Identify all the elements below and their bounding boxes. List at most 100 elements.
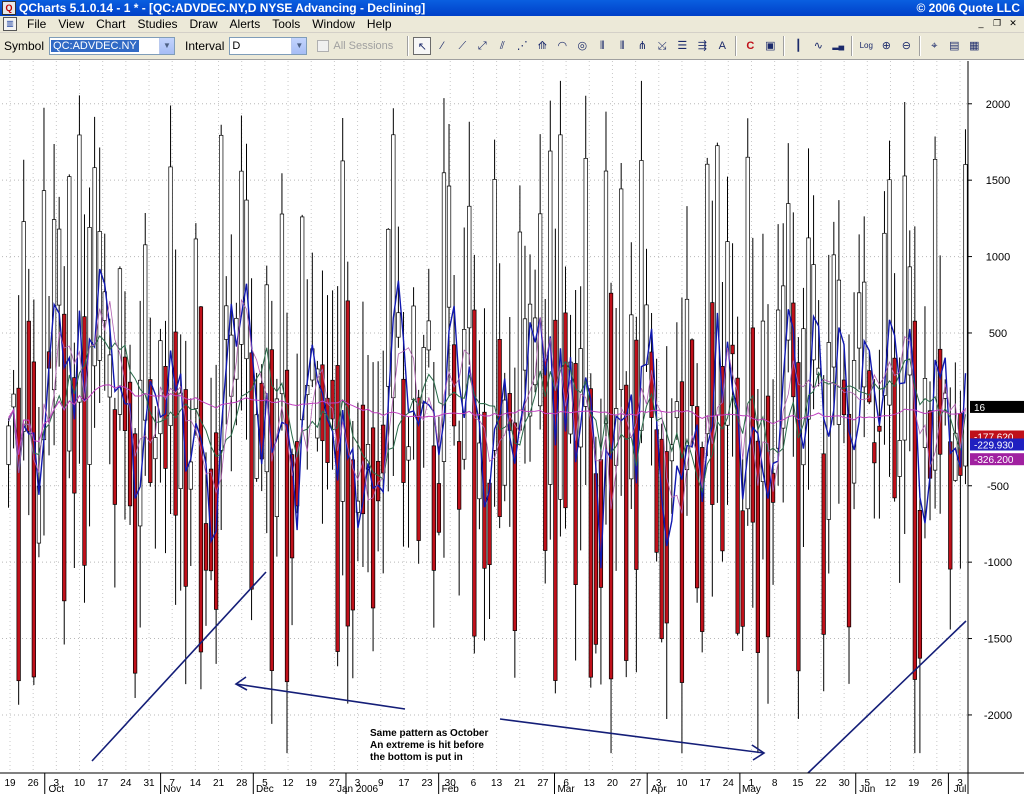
zoom-out-icon[interactable]: ⊖ bbox=[897, 37, 915, 55]
menu-view[interactable]: View bbox=[52, 16, 90, 33]
y-tick-label: -1500 bbox=[984, 634, 1012, 646]
candle-body bbox=[300, 216, 305, 421]
color-icon[interactable]: C bbox=[741, 37, 759, 55]
properties-icon[interactable]: ▣ bbox=[761, 37, 779, 55]
data-window-icon[interactable]: ▤ bbox=[945, 37, 963, 55]
ray-icon[interactable]: ⟋ bbox=[453, 37, 471, 55]
qcharts-logo-icon[interactable]: Q bbox=[2, 1, 16, 15]
x-day-label: 27 bbox=[630, 778, 642, 789]
price-labels: 16-177.620-229.930-326.200 bbox=[970, 400, 1024, 466]
chart-window-icon[interactable]: ▥ bbox=[3, 17, 17, 31]
gann-icon[interactable]: ⤩ bbox=[653, 37, 671, 55]
menu-chart[interactable]: Chart bbox=[90, 16, 131, 33]
andrews-icon[interactable]: ⋔ bbox=[633, 37, 651, 55]
candle-body bbox=[188, 461, 193, 490]
text-icon[interactable]: A bbox=[713, 37, 731, 55]
menu-studies[interactable]: Studies bbox=[131, 16, 183, 33]
candle-body bbox=[436, 483, 442, 533]
menu-draw[interactable]: Draw bbox=[184, 16, 224, 33]
interval-combo[interactable]: D ▼ bbox=[229, 37, 308, 55]
x-day-label: 19 bbox=[306, 778, 318, 789]
menu-file[interactable]: File bbox=[21, 16, 52, 33]
extended-line-icon[interactable]: ⤢ bbox=[473, 37, 491, 55]
candle-body bbox=[21, 221, 26, 432]
chart-area[interactable]: Same pattern as October An extreme is hit… bbox=[0, 61, 1024, 794]
interval-value[interactable]: D bbox=[230, 40, 291, 52]
menu-tools[interactable]: Tools bbox=[266, 16, 306, 33]
candle-body bbox=[938, 348, 943, 455]
x-day-label: 10 bbox=[74, 778, 86, 789]
x-day-label: 13 bbox=[491, 778, 503, 789]
chevron-down-icon[interactable]: ▼ bbox=[291, 38, 307, 54]
symbol-value[interactable]: QC:ADVDEC.NY bbox=[51, 40, 139, 52]
pointer-icon[interactable]: ↖ bbox=[413, 37, 432, 55]
restore-icon[interactable]: ❐ bbox=[990, 18, 1004, 30]
x-day-label: 13 bbox=[584, 778, 596, 789]
cycle-icon[interactable]: ⫴ bbox=[593, 37, 611, 55]
bar-style-icon[interactable]: ┃ bbox=[789, 37, 807, 55]
x-day-label: 24 bbox=[120, 778, 132, 789]
menu-window[interactable]: Window bbox=[306, 16, 361, 33]
candle-body bbox=[932, 158, 938, 471]
candle-body bbox=[41, 190, 47, 441]
candlestick-chart[interactable]: Same pattern as OctoberAn extreme is hit… bbox=[0, 61, 1024, 794]
x-day-label: 20 bbox=[607, 778, 619, 789]
volume-icon[interactable]: ▂▄ bbox=[829, 37, 847, 55]
candle-body bbox=[325, 397, 330, 463]
x-day-label: 9 bbox=[378, 778, 384, 789]
grid-icon[interactable]: ▦ bbox=[965, 37, 983, 55]
arc-icon[interactable]: ◠ bbox=[553, 37, 571, 55]
all-sessions-checkbox[interactable] bbox=[317, 40, 330, 52]
close-icon[interactable]: ✕ bbox=[1006, 18, 1020, 30]
menu-alerts[interactable]: Alerts bbox=[224, 16, 267, 33]
price-label: 16 bbox=[974, 403, 986, 414]
chevron-down-icon[interactable]: ▼ bbox=[159, 38, 175, 54]
candle-body bbox=[173, 331, 178, 516]
x-day-label: 31 bbox=[143, 778, 155, 789]
candle-body bbox=[502, 399, 507, 486]
candle-body bbox=[411, 305, 416, 400]
minimize-icon[interactable]: _ bbox=[974, 18, 988, 30]
x-day-label: 26 bbox=[931, 778, 943, 789]
crosshair-icon[interactable]: ⌖ bbox=[925, 37, 943, 55]
x-day-label: 28 bbox=[236, 778, 248, 789]
retracement-icon[interactable]: ☰ bbox=[673, 37, 691, 55]
candle-body bbox=[705, 163, 710, 435]
candle-body bbox=[26, 320, 31, 432]
candle-body bbox=[244, 199, 249, 360]
window-title: QCharts 5.1.0.14 - 1 * - [QC:ADVDEC.NY,D… bbox=[19, 1, 426, 15]
candle-body bbox=[274, 398, 280, 517]
candle-body bbox=[517, 231, 523, 431]
candle-body bbox=[887, 179, 892, 406]
candle-body bbox=[11, 393, 16, 408]
fibonacci-time-icon[interactable]: ⦀ bbox=[613, 37, 631, 55]
menu-help[interactable]: Help bbox=[361, 16, 398, 33]
toolbar-separator bbox=[735, 36, 738, 56]
x-day-label: 23 bbox=[422, 778, 434, 789]
candle-body bbox=[948, 441, 953, 570]
x-month-label: Nov bbox=[163, 784, 181, 794]
chart-background bbox=[0, 61, 1024, 794]
candle-body bbox=[548, 150, 553, 485]
line-style-icon[interactable]: ∿ bbox=[809, 37, 827, 55]
fan-icon[interactable]: ⟰ bbox=[533, 37, 551, 55]
y-tick-label: -1000 bbox=[984, 557, 1012, 569]
x-day-label: 15 bbox=[792, 778, 804, 789]
log-scale-icon[interactable]: Log bbox=[857, 37, 875, 55]
zoom-in-icon[interactable]: ⊕ bbox=[877, 37, 895, 55]
ellipse-icon[interactable]: ◎ bbox=[573, 37, 591, 55]
all-sessions-option[interactable]: All Sessions bbox=[317, 40, 393, 52]
candle-body bbox=[583, 158, 588, 407]
candle-body bbox=[730, 344, 735, 355]
candle-body bbox=[522, 318, 528, 371]
candle-body bbox=[57, 228, 62, 306]
regression-icon[interactable]: ⋰ bbox=[513, 37, 531, 55]
symbol-combo[interactable]: QC:ADVDEC.NY ▼ bbox=[49, 37, 176, 55]
candle-body bbox=[269, 349, 274, 671]
x-day-label: 14 bbox=[190, 778, 202, 789]
candle-body bbox=[340, 160, 345, 502]
x-day-label: 19 bbox=[4, 778, 16, 789]
trendline-icon[interactable]: ⁄ bbox=[433, 37, 451, 55]
channel-icon[interactable]: ⫽ bbox=[493, 37, 511, 55]
speed-lines-icon[interactable]: ⇶ bbox=[693, 37, 711, 55]
